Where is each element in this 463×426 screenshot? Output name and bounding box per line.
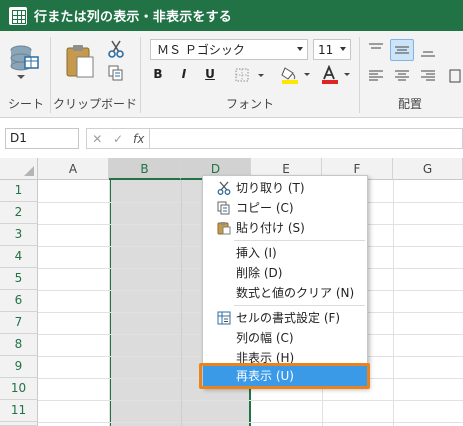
menu-item-delete[interactable]: 削除 (D) — [203, 263, 367, 283]
wrap-text-icon — [449, 69, 460, 83]
menu-item-label: 数式と値のクリア (N) — [236, 286, 355, 300]
row-header[interactable]: 6 — [0, 290, 38, 312]
menu-item-copy[interactable]: コピー (C) — [203, 198, 367, 218]
sheet-database-icon — [10, 45, 39, 79]
font-color-icon — [322, 65, 350, 84]
font-size-value: 11 — [318, 42, 334, 57]
row-header[interactable]: 5 — [0, 268, 38, 290]
menu-divider — [234, 240, 365, 241]
align-middle-button[interactable] — [390, 39, 414, 61]
enter-icon[interactable]: ✓ — [108, 132, 129, 146]
menu-item-insert[interactable]: 挿入 (I) — [203, 243, 367, 263]
menu-item-label: 列の幅 (C) — [236, 331, 294, 345]
column-header-selected[interactable]: B — [109, 158, 181, 180]
row-header[interactable]: 3 — [0, 224, 38, 246]
group-divider — [359, 37, 360, 113]
format-cells-icon — [217, 311, 231, 325]
cancel-icon[interactable]: ✕ — [87, 132, 108, 146]
scissors-icon — [217, 181, 231, 195]
name-box[interactable]: D1 — [5, 128, 79, 149]
column-header[interactable]: A — [38, 158, 109, 180]
select-all-corner[interactable] — [0, 158, 38, 180]
menu-item-label: 貼り付け (S) — [236, 221, 305, 235]
wrap-text-button[interactable] — [446, 65, 463, 87]
chevron-down-icon — [340, 47, 346, 51]
highlight-callout-box — [199, 363, 370, 389]
align-left-button[interactable] — [364, 65, 388, 87]
sheet-button[interactable] — [6, 37, 42, 87]
align-bottom-button[interactable] — [416, 39, 440, 61]
copy-button[interactable] — [105, 63, 127, 83]
menu-item-label: コピー (C) — [236, 201, 294, 215]
align-right-button[interactable] — [416, 65, 440, 87]
align-middle-icon — [395, 46, 409, 54]
row-header[interactable]: 1 — [0, 180, 38, 202]
border-icon — [235, 68, 264, 82]
menu-item-format-cells[interactable]: セルの書式設定 (F) — [203, 308, 367, 328]
align-bottom-icon — [421, 51, 435, 57]
align-left-icon — [369, 70, 383, 81]
formula-bar: D1 ✕ ✓ fx — [0, 119, 463, 156]
bold-button[interactable]: B — [148, 65, 168, 83]
row-header[interactable]: 9 — [0, 356, 38, 378]
title-bar: 行または列の表示・非表示をする — [0, 0, 463, 31]
row-header[interactable]: 2 — [0, 202, 38, 224]
group-label-alignment: 配置 — [397, 97, 422, 111]
menu-item-cut[interactable]: 切り取り (T) — [203, 178, 367, 198]
group-label-font: フォント — [225, 97, 274, 111]
paste-clipboard-icon — [66, 45, 94, 78]
align-top-icon — [369, 43, 383, 49]
row-header[interactable]: 4 — [0, 246, 38, 268]
copy-icon — [217, 201, 230, 215]
underline-button[interactable]: U — [200, 65, 220, 83]
menu-item-label: 挿入 (I) — [236, 246, 277, 260]
row-header[interactable]: 11 — [0, 400, 38, 422]
font-color-button[interactable] — [318, 64, 354, 86]
fill-color-button[interactable] — [278, 64, 314, 86]
column-header[interactable]: G — [393, 158, 463, 180]
menu-item-label: セルの書式設定 (F) — [236, 311, 341, 325]
context-menu: 切り取り (T) コピー (C) 貼り付け (S) 挿入 (I) 削除 (D) … — [202, 175, 368, 388]
italic-button[interactable]: I — [174, 65, 194, 83]
ribbon: シート クリップボード ＭＳ Ｐゴシック 11 B I U フォント 配置 — [0, 31, 463, 118]
paste-icon — [217, 222, 231, 235]
font-size-select[interactable]: 11 — [313, 39, 351, 60]
font-name-select[interactable]: ＭＳ Ｐゴシック — [150, 39, 308, 60]
scissors-icon — [108, 40, 124, 58]
insert-function-icon[interactable]: fx — [128, 132, 149, 146]
cut-button[interactable] — [105, 39, 127, 59]
formula-buttons: ✕ ✓ fx — [86, 128, 150, 149]
menu-item-label: 削除 (D) — [236, 266, 283, 280]
spreadsheet-app-icon — [9, 6, 27, 25]
align-center-button[interactable] — [390, 65, 414, 87]
copy-icon — [108, 65, 123, 81]
font-name-value: ＭＳ Ｐゴシック — [157, 43, 245, 57]
group-label-sheet: シート — [7, 97, 44, 111]
chevron-down-icon — [297, 47, 303, 51]
row-header[interactable]: 8 — [0, 334, 38, 356]
menu-item-paste[interactable]: 貼り付け (S) — [203, 218, 367, 238]
row-header[interactable]: 12 — [0, 422, 38, 426]
menu-item-clear-contents[interactable]: 数式と値のクリア (N) — [203, 283, 367, 303]
row-header[interactable]: 10 — [0, 378, 38, 400]
group-divider — [140, 37, 141, 113]
align-right-icon — [421, 70, 435, 81]
formula-input[interactable] — [150, 128, 463, 149]
menu-divider — [234, 305, 365, 306]
row-header[interactable]: 7 — [0, 312, 38, 334]
menu-item-column-width[interactable]: 列の幅 (C) — [203, 328, 367, 348]
border-button[interactable] — [232, 65, 266, 85]
align-top-button[interactable] — [364, 39, 388, 61]
align-center-icon — [395, 70, 409, 81]
paste-button[interactable] — [62, 41, 98, 83]
menu-item-label: 切り取り (T) — [236, 181, 305, 195]
window-title: 行または列の表示・非表示をする — [34, 10, 233, 25]
group-label-clipboard: クリップボード — [52, 97, 137, 111]
group-divider — [50, 37, 51, 113]
fill-bucket-icon — [281, 67, 310, 84]
